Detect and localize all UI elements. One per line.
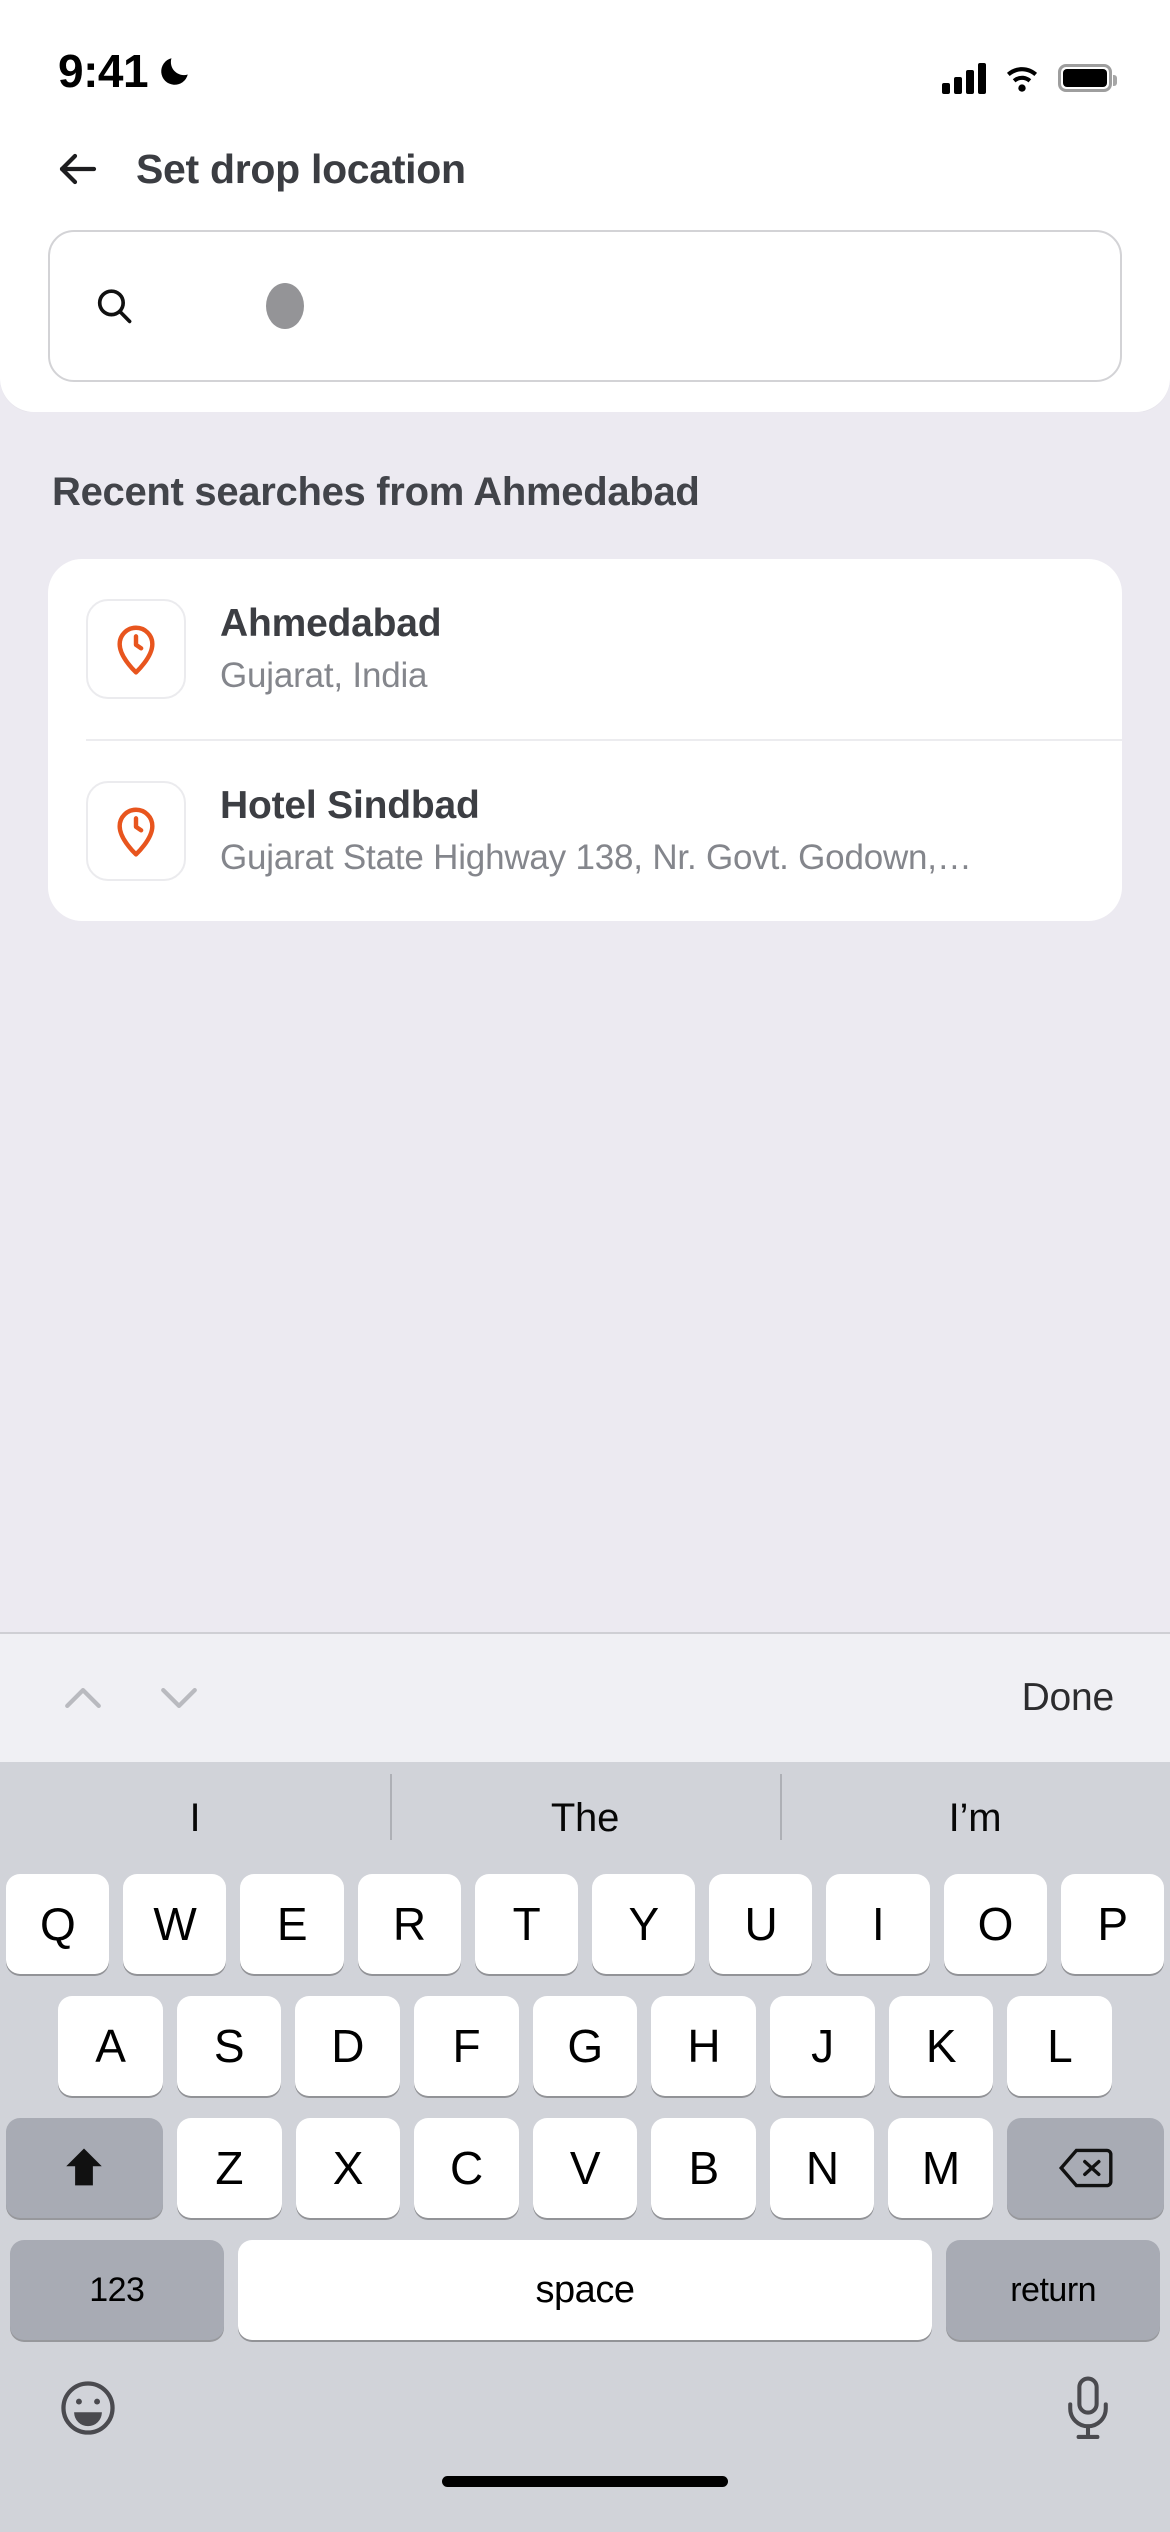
status-bar-clock: 9:41 bbox=[58, 45, 149, 97]
recent-location-pin-icon bbox=[86, 599, 186, 699]
chevron-up-icon[interactable] bbox=[56, 1671, 110, 1725]
key-r[interactable]: R bbox=[357, 1874, 461, 1974]
home-indicator-area bbox=[0, 2476, 1170, 2532]
microphone-icon[interactable] bbox=[1062, 2375, 1114, 2441]
recent-searches-card: Ahmedabad Gujarat, India Hotel Sindbad G… bbox=[48, 559, 1122, 921]
space-key[interactable]: space bbox=[237, 2240, 933, 2340]
chevron-down-icon[interactable] bbox=[152, 1671, 206, 1725]
shift-icon bbox=[58, 2142, 110, 2194]
key-s[interactable]: S bbox=[176, 1996, 282, 2096]
key-k[interactable]: K bbox=[888, 1996, 994, 2096]
content-area: Recent searches from Ahmedabad Ahmedabad… bbox=[0, 412, 1170, 1632]
status-bar-left: 9:41 bbox=[58, 48, 192, 94]
navigation-chevrons bbox=[56, 1671, 206, 1725]
suggestion-bar: I The I’m bbox=[0, 1762, 1170, 1874]
return-key[interactable]: return bbox=[946, 2240, 1161, 2340]
key-q[interactable]: Q bbox=[5, 1874, 110, 1974]
search-input[interactable] bbox=[48, 230, 1122, 382]
key-p[interactable]: P bbox=[1060, 1874, 1165, 1974]
key-d[interactable]: D bbox=[295, 1996, 400, 2096]
list-item-subtitle: Gujarat, India bbox=[220, 656, 428, 695]
key-x[interactable]: X bbox=[295, 2118, 401, 2218]
key-v[interactable]: V bbox=[532, 2118, 638, 2218]
key-f[interactable]: F bbox=[414, 1996, 519, 2096]
key-e[interactable]: E bbox=[240, 1874, 344, 1974]
keyboard-bottom-bar bbox=[0, 2340, 1170, 2476]
key-i[interactable]: I bbox=[826, 1874, 930, 1974]
list-item[interactable]: Ahmedabad Gujarat, India bbox=[48, 559, 1122, 739]
shift-key[interactable] bbox=[6, 2118, 163, 2218]
back-arrow-icon[interactable] bbox=[54, 145, 102, 193]
search-section bbox=[0, 230, 1170, 382]
list-item-text: Ahmedabad Gujarat, India bbox=[220, 602, 1084, 696]
key-m[interactable]: M bbox=[888, 2118, 994, 2218]
list-item-title: Hotel Sindbad bbox=[220, 784, 480, 827]
key-t[interactable]: T bbox=[474, 1874, 578, 1974]
key-h[interactable]: H bbox=[651, 1996, 757, 2096]
status-bar: 9:41 bbox=[0, 0, 1170, 108]
recent-searches-heading: Recent searches from Ahmedabad bbox=[52, 470, 700, 514]
key-g[interactable]: G bbox=[532, 1996, 638, 2096]
list-item-text: Hotel Sindbad Gujarat State Highway 138,… bbox=[220, 784, 1084, 878]
list-item[interactable]: Hotel Sindbad Gujarat State Highway 138,… bbox=[48, 741, 1122, 921]
keyboard-row-1: Q W E R T Y U I O P bbox=[0, 1874, 1170, 1974]
recent-location-pin-icon bbox=[86, 781, 186, 881]
app-header: Set drop location bbox=[0, 108, 1170, 230]
backspace-icon bbox=[1058, 2145, 1114, 2191]
loading-dot bbox=[266, 283, 304, 329]
suggestion-item[interactable]: The bbox=[390, 1773, 780, 1841]
key-o[interactable]: O bbox=[943, 1874, 1047, 1974]
phone-screen: 9:41 Set drop location Recent searches f… bbox=[0, 0, 1170, 2532]
battery-icon bbox=[1058, 64, 1117, 92]
search-icon bbox=[92, 284, 136, 328]
key-z[interactable]: Z bbox=[176, 2118, 282, 2218]
key-y[interactable]: Y bbox=[592, 1874, 696, 1974]
on-screen-keyboard: I The I’m Q W E R T Y U I O P A S D F G … bbox=[0, 1762, 1170, 2532]
key-j[interactable]: J bbox=[770, 1996, 875, 2096]
keyboard-accessory-bar: Done bbox=[0, 1632, 1170, 1762]
key-c[interactable]: C bbox=[414, 2118, 519, 2218]
key-u[interactable]: U bbox=[709, 1874, 813, 1974]
key-w[interactable]: W bbox=[123, 1874, 227, 1974]
moon-icon bbox=[158, 54, 192, 88]
suggestion-item[interactable]: I bbox=[0, 1796, 390, 1841]
emoji-smiley-icon[interactable] bbox=[56, 2376, 120, 2440]
list-item-title: Ahmedabad bbox=[220, 602, 442, 645]
keyboard-row-2: A S D F G H J K L bbox=[0, 1996, 1170, 2096]
wifi-icon bbox=[1002, 62, 1042, 94]
cellular-signal-icon bbox=[942, 62, 986, 94]
key-n[interactable]: N bbox=[769, 2118, 875, 2218]
suggestion-item[interactable]: I’m bbox=[780, 1773, 1170, 1841]
page-title: Set drop location bbox=[136, 145, 466, 192]
keyboard-row-3: Z X C V B N M bbox=[0, 2118, 1170, 2218]
status-bar-right bbox=[942, 62, 1117, 94]
done-button[interactable]: Done bbox=[1022, 1676, 1115, 1720]
keyboard-row-4: 123 space return bbox=[0, 2240, 1170, 2340]
list-item-subtitle: Gujarat State Highway 138, Nr. Govt. God… bbox=[220, 838, 972, 877]
key-b[interactable]: B bbox=[651, 2118, 756, 2218]
key-a[interactable]: A bbox=[57, 1996, 163, 2096]
numbers-key[interactable]: 123 bbox=[10, 2240, 224, 2340]
backspace-key[interactable] bbox=[1007, 2118, 1164, 2218]
home-indicator[interactable] bbox=[442, 2476, 728, 2487]
top-sheet: Set drop location bbox=[0, 108, 1170, 412]
key-l[interactable]: L bbox=[1007, 1996, 1113, 2096]
